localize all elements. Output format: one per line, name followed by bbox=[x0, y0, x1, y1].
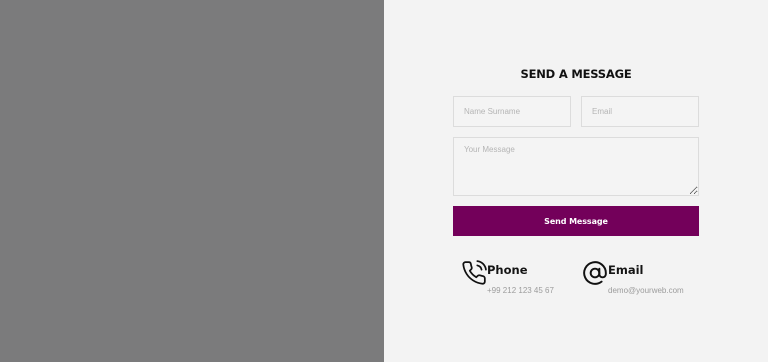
contact-email-value[interactable]: demo@yourweb.com bbox=[608, 286, 684, 295]
contact-email: Email demo@yourweb.com bbox=[574, 260, 695, 295]
email-input[interactable] bbox=[581, 96, 699, 127]
contact-email-text: Email demo@yourweb.com bbox=[608, 260, 684, 295]
contact-email-title: Email bbox=[608, 263, 644, 277]
contact-phone-title: Phone bbox=[487, 263, 528, 277]
image-placeholder-panel bbox=[0, 0, 384, 362]
contact-info: Phone +99 212 123 45 67 Email demo@yourw… bbox=[453, 260, 699, 295]
send-message-button[interactable]: Send Message bbox=[453, 206, 699, 236]
contact-phone-text: Phone +99 212 123 45 67 bbox=[487, 260, 554, 295]
form-title: SEND A MESSAGE bbox=[520, 67, 632, 81]
contact-form: SEND A MESSAGE Send Message Phone +99 21… bbox=[453, 66, 699, 295]
contact-section: SEND A MESSAGE Send Message Phone +99 21… bbox=[384, 0, 768, 362]
name-email-row bbox=[453, 96, 699, 127]
at-sign-icon bbox=[574, 260, 608, 290]
phone-icon bbox=[453, 260, 487, 290]
contact-phone: Phone +99 212 123 45 67 bbox=[453, 260, 574, 295]
contact-phone-value[interactable]: +99 212 123 45 67 bbox=[487, 286, 554, 295]
name-input[interactable] bbox=[453, 96, 571, 127]
message-textarea[interactable] bbox=[453, 137, 699, 196]
